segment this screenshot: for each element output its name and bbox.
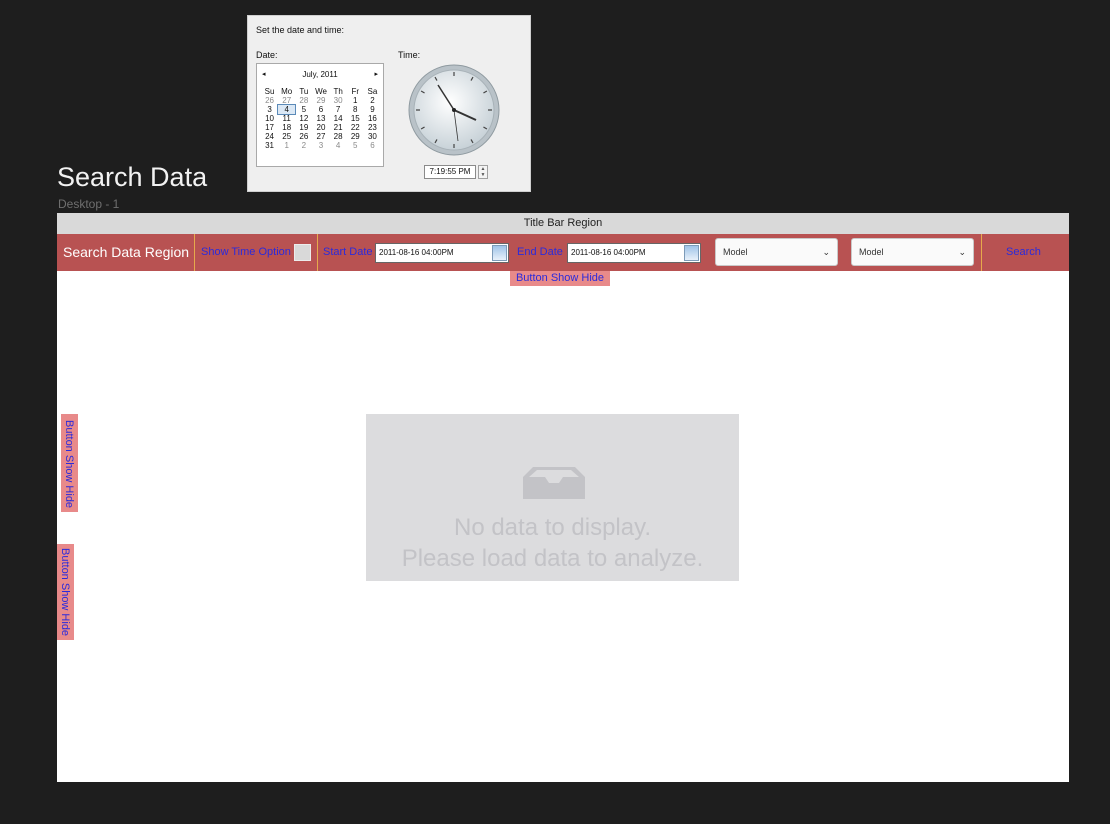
calendar-day[interactable]: 3 (261, 105, 278, 114)
calendar-day[interactable]: 2 (295, 141, 312, 150)
end-date-value: 2011-08-16 04:00PM (571, 248, 646, 257)
empty-state-panel: No data to display. Please load data to … (366, 414, 739, 581)
weekday-header: Th (333, 87, 343, 96)
search-toolbar: Search Data Region Show Time Option Star… (57, 234, 1069, 271)
model-select-2-value: Model (859, 247, 884, 257)
calendar-day[interactable]: 29 (312, 96, 329, 105)
calendar-grid: Su Mo Tu We Th Fr Sa 26 27 28 29 30 1 2 3 4 5 6 7 8 9 10 11 12 1… (261, 87, 381, 150)
end-date-input[interactable]: 2011-08-16 04:00PM (567, 243, 701, 263)
calendar-day[interactable]: 4 (277, 104, 297, 115)
calendar-day[interactable]: 9 (364, 105, 381, 114)
calendar-day[interactable]: 20 (312, 123, 329, 132)
search-region-label: Search Data Region (63, 244, 190, 260)
show-hide-button-top[interactable]: Button Show Hide (510, 271, 610, 286)
calendar-day[interactable]: 31 (261, 141, 278, 150)
model-select-1-value: Model (723, 247, 748, 257)
calendar-day[interactable]: 17 (261, 123, 278, 132)
weekday-header: Su (264, 87, 275, 96)
empty-state-line2: Please load data to analyze. (401, 545, 704, 572)
calendar-day[interactable]: 10 (261, 114, 278, 123)
calendar-day[interactable]: 3 (312, 141, 329, 150)
calendar-day[interactable]: 14 (330, 114, 347, 123)
inbox-tray-icon (523, 467, 585, 499)
calendar-month-title[interactable]: July, 2011 (257, 70, 383, 79)
datetime-popup: Set the date and time: Date: Time: ◂ Jul… (247, 15, 531, 192)
calendar-day[interactable]: 27 (312, 132, 329, 141)
calendar-day[interactable]: 1 (347, 96, 364, 105)
empty-state-line1: No data to display. (453, 514, 651, 541)
calendar-day[interactable]: 16 (364, 114, 381, 123)
calendar-day[interactable]: 1 (278, 141, 295, 150)
time-label: Time: (398, 50, 421, 60)
weekday-header: Mo (281, 87, 293, 96)
calendar-day[interactable]: 22 (347, 123, 364, 132)
calendar-day[interactable]: 4 (330, 141, 347, 150)
start-date-label: Start Date (323, 246, 373, 258)
calendar-day[interactable]: 2 (364, 96, 381, 105)
show-time-option-label[interactable]: Show Time Option (201, 234, 291, 271)
calendar-day[interactable]: 13 (312, 114, 329, 123)
calendar-day[interactable]: 26 (295, 132, 312, 141)
show-hide-button-left-1[interactable]: Button Show Hide (61, 414, 78, 513)
calendar-icon[interactable] (684, 245, 699, 261)
calendar-day[interactable]: 5 (295, 105, 312, 114)
page-title: Search Data (57, 162, 208, 192)
calendar-day[interactable]: 11 (278, 114, 295, 123)
divider (317, 234, 318, 271)
calendar: ◂ July, 2011 ▸ Su Mo Tu We Th Fr Sa 26 27 28 29 30 1… (256, 63, 384, 167)
calendar-day[interactable]: 27 (278, 96, 295, 105)
calendar-day[interactable]: 5 (347, 141, 364, 150)
next-month-icon[interactable]: ▸ (374, 70, 378, 78)
calendar-day[interactable]: 30 (364, 132, 381, 141)
chevron-down-icon: ⌄ (822, 247, 830, 257)
start-date-input[interactable]: 2011-08-16 04:00PM (375, 243, 509, 263)
calendar-day[interactable]: 23 (364, 123, 381, 132)
weekday-header: Fr (351, 87, 360, 96)
show-hide-button-left-2[interactable]: Button Show Hide (57, 544, 74, 641)
calendar-day[interactable]: 19 (295, 123, 312, 132)
model-select-2[interactable]: Model ⌄ (851, 238, 974, 266)
weekday-header: We (315, 87, 327, 96)
calendar-day[interactable]: 15 (347, 114, 364, 123)
calendar-day[interactable]: 25 (278, 132, 295, 141)
weekday-header: Tu (299, 87, 309, 96)
title-bar: Title Bar Region (57, 213, 1069, 234)
calendar-day[interactable]: 28 (330, 132, 347, 141)
calendar-day[interactable]: 6 (312, 105, 329, 114)
calendar-day[interactable]: 30 (330, 96, 347, 105)
model-select-1[interactable]: Model ⌄ (715, 238, 838, 266)
calendar-day[interactable]: 21 (330, 123, 347, 132)
weekday-header: Sa (367, 87, 378, 96)
calendar-day[interactable]: 12 (295, 114, 312, 123)
datetime-heading: Set the date and time: (256, 25, 345, 35)
calendar-day[interactable]: 28 (295, 96, 312, 105)
calendar-day[interactable]: 29 (347, 132, 364, 141)
calendar-day[interactable]: 24 (261, 132, 278, 141)
spin-down-icon[interactable]: ▼ (481, 172, 486, 178)
time-spinner[interactable]: ▲ ▼ (478, 165, 488, 179)
page-subtitle: Desktop - 1 (58, 197, 120, 211)
calendar-day[interactable]: 8 (347, 105, 364, 114)
calendar-icon[interactable] (492, 245, 507, 261)
analog-clock-icon (408, 64, 500, 156)
calendar-header: ◂ July, 2011 ▸ (257, 70, 383, 82)
calendar-day[interactable]: 6 (364, 141, 381, 150)
divider (981, 234, 982, 271)
search-button[interactable]: Search (1006, 234, 1041, 271)
date-label: Date: (256, 50, 278, 60)
time-input[interactable]: 7:19:55 PM (424, 165, 476, 179)
divider (194, 234, 195, 271)
desktop-frame: Title Bar Region Search Data Region Show… (57, 213, 1069, 782)
show-time-checkbox[interactable] (294, 244, 311, 261)
chevron-down-icon: ⌄ (958, 247, 966, 257)
start-date-value: 2011-08-16 04:00PM (379, 248, 454, 257)
calendar-day[interactable]: 26 (261, 96, 278, 105)
calendar-day[interactable]: 18 (278, 123, 295, 132)
end-date-label: End Date (517, 246, 563, 258)
calendar-day[interactable]: 7 (330, 105, 347, 114)
